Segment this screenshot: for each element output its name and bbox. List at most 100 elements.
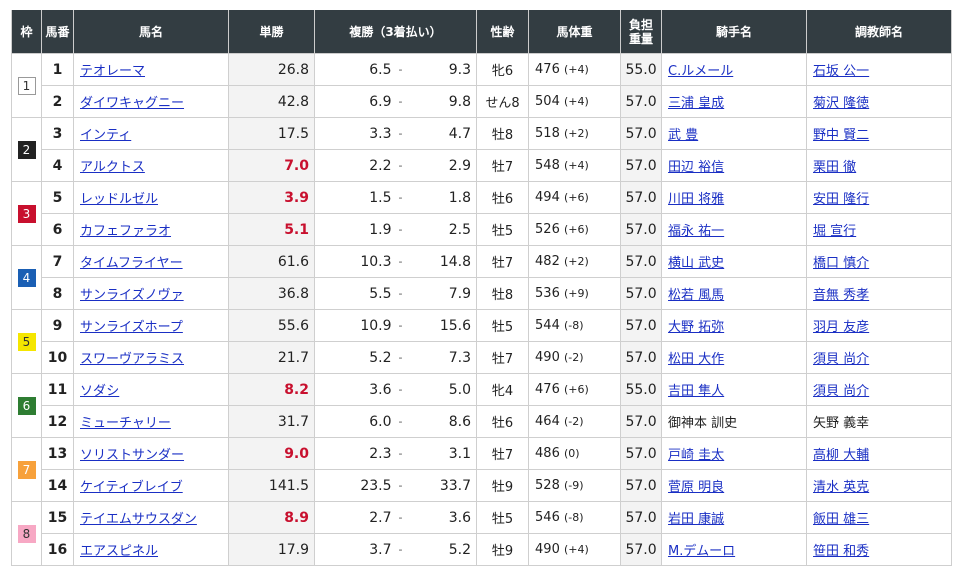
jockey-link[interactable]: 武 豊 <box>668 128 698 143</box>
tansho-odds: 141.5 <box>228 469 315 502</box>
fukusho-separator: - <box>394 501 407 534</box>
trainer-link[interactable]: 野中 賢二 <box>813 128 869 143</box>
fukusho-separator: - <box>394 53 407 86</box>
horse-name-link[interactable]: レッドルゼル <box>80 192 158 207</box>
horse-name-link[interactable]: テイエムサウスダン <box>80 512 197 527</box>
jockey-link[interactable]: 田辺 裕信 <box>668 160 724 175</box>
trainer-cell: 石坂 公一 <box>806 53 953 86</box>
tansho-odds: 3.9 <box>228 181 315 214</box>
horse-name-cell: カフェファラオ <box>73 213 229 246</box>
fukusho-min: 3.7 <box>314 533 395 566</box>
horse-name-cell: ソリストサンダー <box>73 437 229 470</box>
trainer-link[interactable]: 須貝 尚介 <box>813 384 869 399</box>
header-fukusho: 複勝（3着払い） <box>313 10 478 54</box>
load-weight: 57.0 <box>620 245 663 278</box>
sex-age: 牡7 <box>476 245 530 278</box>
horse-name-link[interactable]: テオレーマ <box>80 64 145 79</box>
trainer-link[interactable]: 高柳 大輔 <box>813 448 869 463</box>
horse-name-link[interactable]: ソリストサンダー <box>80 448 184 463</box>
load-weight: 57.0 <box>620 341 663 374</box>
trainer-cell: 清水 英克 <box>806 469 953 502</box>
trainer-link[interactable]: 清水 英克 <box>813 480 869 495</box>
sex-age: 牝6 <box>476 53 530 86</box>
horse-number: 3 <box>41 117 74 150</box>
trainer-link[interactable]: 音無 秀孝 <box>813 288 869 303</box>
trainer-link[interactable]: 飯田 雄三 <box>813 512 869 527</box>
jockey-link[interactable]: M.デムーロ <box>668 544 735 559</box>
trainer-cell: 音無 秀孝 <box>806 277 953 310</box>
jockey-link[interactable]: 戸崎 圭太 <box>668 448 724 463</box>
load-weight: 57.0 <box>620 277 663 310</box>
fukusho-separator: - <box>394 245 407 278</box>
trainer-link[interactable]: 羽月 友彦 <box>813 320 869 335</box>
body-weight-value: 482 <box>535 254 560 269</box>
load-weight: 57.0 <box>620 85 663 118</box>
jockey-link[interactable]: 松田 大作 <box>668 352 724 367</box>
horse-name-link[interactable]: ミューチャリー <box>80 416 171 431</box>
horse-name-link[interactable]: タイムフライヤー <box>80 256 183 271</box>
load-weight: 57.0 <box>620 213 663 246</box>
jockey-cell: 三浦 皇成 <box>661 85 808 118</box>
fukusho-max: 3.1 <box>406 437 478 470</box>
horse-name-link[interactable]: カフェファラオ <box>80 224 171 239</box>
horse-name-link[interactable]: サンライズホープ <box>80 320 183 335</box>
body-weight-diff: (+4) <box>564 543 589 556</box>
load-weight: 57.0 <box>620 469 663 502</box>
horse-name-cell: タイムフライヤー <box>73 245 229 278</box>
body-weight-diff: (-2) <box>564 351 584 364</box>
trainer-cell: 羽月 友彦 <box>806 309 953 342</box>
fukusho-max: 14.8 <box>406 245 478 278</box>
horse-name-link[interactable]: ダイワキャグニー <box>80 96 184 111</box>
jockey-cell: 福永 祐一 <box>661 213 808 246</box>
horse-number: 13 <box>41 437 74 470</box>
horse-name-link[interactable]: インティ <box>80 128 131 143</box>
trainer-link[interactable]: 笹田 和秀 <box>813 544 869 559</box>
trainer-link[interactable]: 須貝 尚介 <box>813 352 869 367</box>
jockey-link[interactable]: 福永 祐一 <box>668 224 724 239</box>
trainer-link[interactable]: 安田 隆行 <box>813 192 869 207</box>
horse-name-link[interactable]: ソダシ <box>80 384 119 399</box>
body-weight: 504 (+4) <box>528 85 622 118</box>
jockey-link[interactable]: C.ルメール <box>668 64 733 79</box>
jockey-link[interactable]: 三浦 皇成 <box>668 96 724 111</box>
table-row: 7 13 ソリストサンダー 9.0 2.3-3.1 牡7 486 (0) 57.0 戸崎 圭太高… <box>11 437 953 502</box>
waku-cell: 6 <box>11 373 42 438</box>
jockey-link[interactable]: 菅原 明良 <box>668 480 724 495</box>
fukusho-min: 2.3 <box>314 437 395 470</box>
jockey-link[interactable]: 横山 武史 <box>668 256 724 271</box>
horse-name-link[interactable]: エアスピネル <box>80 544 158 559</box>
body-weight-diff: (-9) <box>564 479 584 492</box>
body-weight-value: 546 <box>535 510 560 525</box>
waku-badge: 2 <box>17 140 36 159</box>
horse-number: 2 <box>41 85 74 118</box>
trainer-link[interactable]: 菊沢 隆徳 <box>813 96 869 111</box>
horse-name-link[interactable]: アルクトス <box>80 160 145 175</box>
table-row: 14 ケイティブレイブ 141.5 23.5-33.7 牡9 528 (-9) 57.0 菅原… <box>12 469 953 502</box>
horse-name-cell: サンライズノヴァ <box>73 277 229 310</box>
trainer-link[interactable]: 橋口 慎介 <box>813 256 869 271</box>
jockey-link[interactable]: 大野 拓弥 <box>668 320 724 335</box>
jockey-link[interactable]: 川田 将雅 <box>668 192 724 207</box>
body-weight: 526 (+6) <box>528 213 622 246</box>
horse-number: 9 <box>41 309 74 342</box>
horse-number: 14 <box>41 469 74 502</box>
jockey-link[interactable]: 松若 風馬 <box>668 288 724 303</box>
fukusho-separator: - <box>394 341 407 374</box>
horse-name-link[interactable]: サンライズノヴァ <box>80 288 184 303</box>
header-jockey: 騎手名 <box>661 10 808 54</box>
waku-badge: 7 <box>17 460 36 479</box>
jockey-link[interactable]: 岩田 康誠 <box>668 512 724 527</box>
fukusho-max: 7.3 <box>406 341 478 374</box>
horse-name-link[interactable]: ケイティブレイブ <box>80 480 183 495</box>
fukusho-max: 7.9 <box>406 277 478 310</box>
trainer-link[interactable]: 堀 宣行 <box>813 224 856 239</box>
body-weight-diff: (+6) <box>564 191 589 204</box>
body-weight-diff: (+2) <box>564 127 589 140</box>
fukusho-separator: - <box>394 181 407 214</box>
tansho-odds: 21.7 <box>228 341 315 374</box>
table-row: 6 カフェファラオ 5.1 1.9-2.5 牡5 526 (+6) 57.0 福永 祐一堀 宣… <box>12 213 953 246</box>
jockey-link[interactable]: 吉田 隼人 <box>668 384 724 399</box>
horse-name-link[interactable]: スワーヴアラミス <box>80 352 184 367</box>
trainer-link[interactable]: 栗田 徹 <box>813 160 856 175</box>
trainer-link[interactable]: 石坂 公一 <box>813 64 869 79</box>
